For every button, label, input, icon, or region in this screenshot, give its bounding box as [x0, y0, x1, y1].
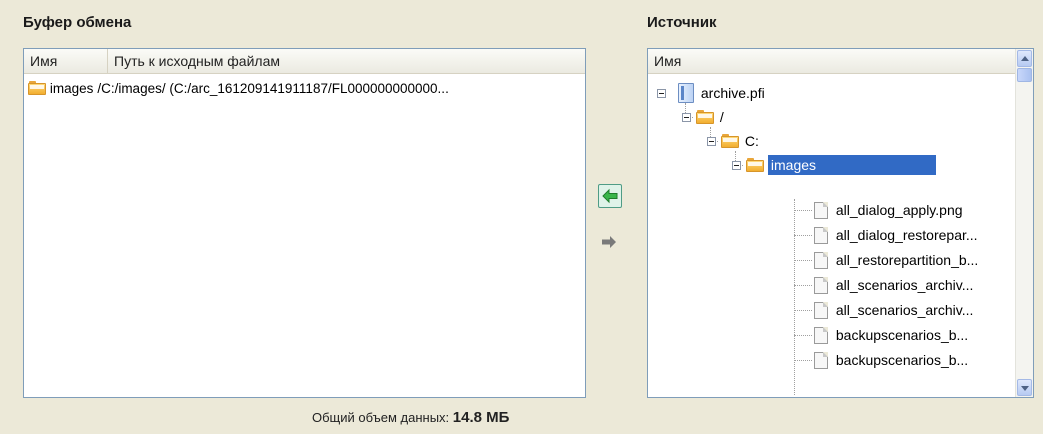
tree-node-root[interactable]: / [696, 106, 724, 128]
column-header-path[interactable]: Путь к исходным файлам [108, 49, 578, 73]
tree-node-file[interactable]: all_scenarios_archiv... [814, 299, 973, 321]
tree-node-label: archive.pfi [700, 85, 765, 101]
folder-icon [721, 134, 739, 148]
tree-node-file[interactable]: backupscenarios_b... [814, 324, 968, 346]
clipboard-list[interactable]: Имя Путь к исходным файлам images /C:/im… [23, 48, 586, 398]
file-icon [814, 352, 828, 369]
clipboard-row-images[interactable]: images /C:/images/ (C:/arc_1612091419111… [28, 77, 449, 99]
tree-node-file[interactable]: all_dialog_apply.png [814, 199, 963, 221]
scroll-up-button[interactable] [1017, 50, 1032, 67]
clipboard-title: Буфер обмена [23, 14, 132, 31]
source-tree[interactable]: Имя archive.pfi / C: images all_dialog_a… [647, 48, 1034, 398]
source-tree-header: Имя [648, 49, 1015, 74]
chevron-down-icon [1021, 386, 1029, 391]
tree-node-label-selected: images [767, 155, 937, 175]
tree-node-label: / [719, 109, 724, 125]
tree-node-archive[interactable]: archive.pfi [678, 82, 765, 104]
folder-icon [28, 81, 46, 95]
scroll-down-button[interactable] [1017, 379, 1032, 396]
tree-node-label: all_restorepartition_b... [835, 252, 979, 268]
green-left-arrow-icon [602, 188, 618, 204]
tree-node-label: all_dialog_apply.png [835, 202, 963, 218]
total-size-label: Общий объем данных: [312, 410, 450, 425]
file-icon [814, 252, 828, 269]
collapse-images-toggle[interactable] [732, 161, 741, 170]
folder-icon [696, 110, 714, 124]
archive-file-icon [678, 83, 694, 103]
remove-from-clipboard-button[interactable] [598, 231, 622, 255]
total-size: Общий объем данных: 14.8 МБ [312, 409, 509, 426]
collapse-drive-toggle[interactable] [707, 137, 716, 146]
tree-node-drive[interactable]: C: [721, 130, 759, 152]
tree-node-label: all_scenarios_archiv... [835, 277, 974, 293]
folder-icon [746, 158, 764, 172]
tree-node-file[interactable]: all_restorepartition_b... [814, 249, 978, 271]
source-tree-scrollbar[interactable] [1015, 49, 1033, 397]
scroll-thumb[interactable] [1017, 68, 1032, 82]
tree-node-images[interactable]: images [746, 154, 937, 176]
collapse-root-toggle[interactable] [682, 113, 691, 122]
add-to-clipboard-button[interactable] [598, 184, 622, 208]
clipboard-row-path: /C:/images/ (C:/arc_161209141911187/FL00… [97, 81, 449, 96]
tree-node-label: backupscenarios_b... [835, 352, 969, 368]
chevron-up-icon [1021, 56, 1029, 61]
tree-node-label: backupscenarios_b... [835, 327, 969, 343]
tree-node-file[interactable]: all_dialog_restorepar... [814, 224, 978, 246]
file-icon [814, 227, 828, 244]
tree-node-label: all_scenarios_archiv... [835, 302, 974, 318]
source-title: Источник [647, 14, 717, 31]
tree-node-label: all_dialog_restorepar... [835, 227, 978, 243]
tree-node-file[interactable]: backupscenarios_b... [814, 349, 968, 371]
total-size-value: 14.8 МБ [452, 409, 510, 426]
file-icon [814, 302, 828, 319]
gray-right-arrow-icon [602, 236, 616, 248]
clipboard-list-header: Имя Путь к исходным файлам [24, 49, 585, 74]
file-icon [814, 277, 828, 294]
collapse-archive-toggle[interactable] [657, 89, 666, 98]
file-icon [814, 327, 828, 344]
tree-node-file[interactable]: all_scenarios_archiv... [814, 274, 973, 296]
file-icon [814, 202, 828, 219]
column-header-name[interactable]: Имя [648, 49, 1008, 73]
tree-node-label: C: [744, 133, 759, 149]
clipboard-row-name: images [49, 81, 94, 96]
column-header-name[interactable]: Имя [24, 49, 108, 73]
